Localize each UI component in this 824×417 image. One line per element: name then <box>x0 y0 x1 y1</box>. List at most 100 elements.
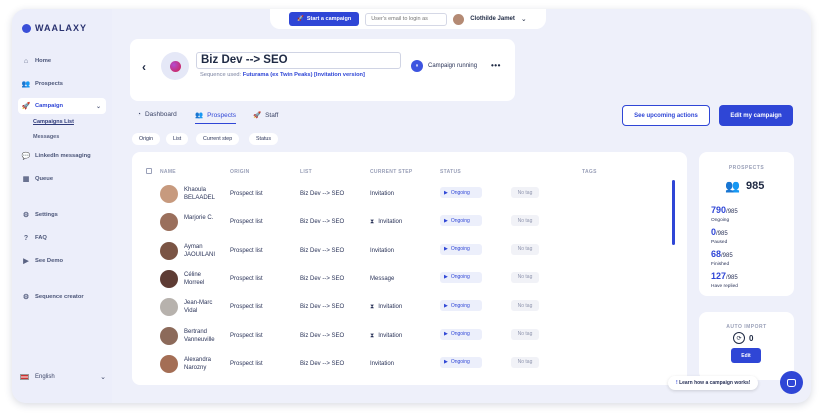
table-row[interactable]: Bertrand Vanneuville Prospect list Biz Dev … <box>132 322 687 350</box>
column-header-status[interactable]: STATUS <box>440 169 461 175</box>
prospect-name[interactable]: Marjorie C. <box>184 214 234 222</box>
avatar[interactable] <box>160 269 178 288</box>
prospect-name[interactable]: Khaoula BELAADEL <box>184 186 234 202</box>
prospect-name[interactable]: Jean-Marc Vidal <box>184 299 234 315</box>
prospect-origin: Prospect list <box>230 275 263 282</box>
tag-badge[interactable]: No tag <box>511 215 539 227</box>
prospect-list: Biz Dev --> SEO <box>300 191 345 197</box>
top-bar: 🚀 Start a campaign Clothilde Jamet ⌄ <box>270 9 546 29</box>
stat-of: /985 <box>726 209 738 215</box>
sidebar-item-prospects[interactable]: 👥 Prospects <box>18 76 106 92</box>
users-icon: 👥 <box>195 112 204 119</box>
sidebar-item-campaign[interactable]: 🚀 Campaign ⌄ <box>18 98 106 114</box>
column-header-current-step[interactable]: CURRENT STEP <box>370 169 413 175</box>
rocket-icon: 🚀 <box>21 103 31 110</box>
filter-list[interactable]: List <box>166 133 189 145</box>
filter-current-step[interactable]: Current step <box>196 133 240 145</box>
language-select[interactable]: English ⌄ <box>20 373 106 381</box>
back-arrow-icon[interactable]: ‹ <box>142 60 146 74</box>
prospect-name[interactable]: Ayman JAOUILANI <box>184 243 234 259</box>
avatar[interactable] <box>160 326 178 345</box>
stat-finished: 68/985 Finished <box>711 244 733 267</box>
filter-status[interactable]: Status <box>249 133 279 145</box>
filter-origin[interactable]: Origin <box>132 133 161 145</box>
prospect-origin: Prospect list <box>230 191 263 197</box>
sidebar-item-queue[interactable]: ▦ Queue <box>18 171 106 187</box>
chevron-down-icon[interactable]: ⌄ <box>521 15 527 23</box>
table-row[interactable]: Ayman JAOUILANI Prospect list Biz Dev --> S… <box>132 237 687 265</box>
status-label: Ongoing <box>450 189 470 196</box>
select-all-checkbox[interactable] <box>146 168 152 174</box>
table-row[interactable]: Céline Morreel Prospect list Biz Dev --> SE… <box>132 265 687 293</box>
tag-badge[interactable]: No tag <box>511 243 539 255</box>
prospects-total: 👥 985 <box>725 179 764 193</box>
sidebar-item-settings[interactable]: ⚙ Settings <box>18 207 106 223</box>
more-options-icon[interactable]: ••• <box>491 61 501 70</box>
brand-logo[interactable]: WAALAXY <box>22 23 87 33</box>
avatar[interactable] <box>160 241 178 260</box>
table-row[interactable]: Khaoula BELAADEL Prospect list Biz Dev --> … <box>132 180 687 208</box>
pause-icon[interactable]: ⏸ <box>411 60 423 72</box>
status-badge: ▶ Ongoing <box>440 328 482 340</box>
tag-badge[interactable]: No tag <box>511 356 539 368</box>
chat-button[interactable] <box>780 371 803 394</box>
column-header-name[interactable]: NAME <box>160 169 176 175</box>
sidebar-item-label: Home <box>35 58 52 64</box>
tab-staff[interactable]: 🚀 Staff <box>253 111 278 120</box>
prospect-name[interactable]: Alexandra Narozny <box>184 356 234 372</box>
start-campaign-button[interactable]: 🚀 Start a campaign <box>289 12 360 26</box>
login-as-email-input[interactable] <box>365 12 448 26</box>
column-header-origin[interactable]: ORIGIN <box>230 169 250 175</box>
edit-campaign-button[interactable]: Edit my campaign <box>719 105 793 126</box>
table-row[interactable]: Marjorie C. Prospect list Biz Dev --> SEO ⧗… <box>132 208 687 236</box>
sidebar-item-linkedin-messaging[interactable]: 💬 LinkedIn messaging <box>18 148 106 164</box>
avatar[interactable] <box>160 298 178 317</box>
help-icon: ? <box>23 234 29 242</box>
sidebar-item-label: Settings <box>35 212 58 218</box>
avatar[interactable] <box>160 213 178 232</box>
calendar-icon: ▦ <box>22 176 30 183</box>
sidebar-subitem-campaigns-list[interactable]: Campaigns List <box>33 119 74 125</box>
status-badge: ▶ Ongoing <box>440 356 482 368</box>
tag-badge[interactable]: No tag <box>511 187 539 198</box>
tag-badge[interactable]: No tag <box>511 271 539 283</box>
prospect-last-name: JAOUILANI <box>184 251 216 258</box>
sidebar-item-home[interactable]: ⌂ Home <box>18 53 106 69</box>
sidebar-item-sequence-creator[interactable]: ⚙ Sequence creator <box>18 289 106 305</box>
prospect-first-name: Céline <box>184 271 202 278</box>
prospect-first-name: Ayman <box>184 243 203 250</box>
auto-import-edit-button[interactable]: Edit <box>731 348 761 363</box>
sidebar-item-faq[interactable]: ? FAQ <box>18 230 106 246</box>
prospect-name[interactable]: Céline Morreel <box>184 271 234 287</box>
play-icon: ▶ <box>444 302 448 309</box>
tag-badge[interactable]: No tag <box>511 328 539 340</box>
tag-badge[interactable]: No tag <box>511 300 539 312</box>
column-header-tags[interactable]: TAGS <box>582 169 597 175</box>
sidebar-item-see-demo[interactable]: ▶ See Demo <box>18 253 106 269</box>
tab-dashboard[interactable]: ◔ Dashboard <box>137 111 177 118</box>
sidebar-item-label: Queue <box>35 176 54 182</box>
prospect-list: Biz Dev --> SEO <box>300 332 345 339</box>
sidebar-subitem-messages[interactable]: Messages <box>33 134 59 140</box>
tab-label: Dashboard <box>144 111 177 118</box>
avatar[interactable] <box>160 185 178 203</box>
rocket-icon: 🚀 <box>253 112 262 119</box>
column-header-list[interactable]: LIST <box>300 169 312 175</box>
chevron-down-icon[interactable]: ⌄ <box>96 103 101 110</box>
learn-campaign-link[interactable]: ! Learn how a campaign works! <box>668 376 759 390</box>
tab-prospects[interactable]: 👥 Prospects <box>195 111 236 124</box>
see-upcoming-actions-button[interactable]: See upcoming actions <box>622 105 710 126</box>
prospect-first-name: Jean-Marc <box>184 300 213 307</box>
stat-label: Have replied <box>711 284 738 289</box>
avatar[interactable] <box>160 354 178 373</box>
avatar[interactable] <box>453 13 465 25</box>
user-name[interactable]: Clothilde Jamet <box>470 16 515 22</box>
prospect-name[interactable]: Bertrand Vanneuville <box>184 328 234 344</box>
table-row[interactable]: Alexandra Narozny Prospect list Biz Dev -->… <box>132 350 687 378</box>
stat-paused: 0/985 Paused <box>711 222 728 245</box>
prospect-last-name: Vidal <box>184 308 198 315</box>
table-scrollbar[interactable] <box>672 180 675 245</box>
campaign-name-field[interactable]: Biz Dev --> SEO <box>196 52 401 69</box>
table-row[interactable]: Jean-Marc Vidal Prospect list Biz Dev --> S… <box>132 293 687 321</box>
sequence-name[interactable]: Futurama (ex Twin Peaks) [Invitation ver… <box>243 72 365 78</box>
